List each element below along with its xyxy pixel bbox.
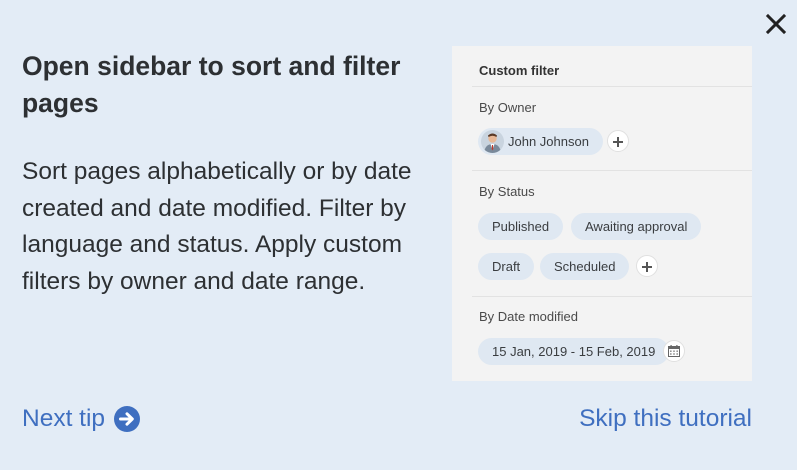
close-icon <box>765 13 787 35</box>
status-chip-draft[interactable]: Draft <box>478 253 535 280</box>
dialog-title: Open sidebar to sort and filter pages <box>22 51 401 118</box>
next-tip-label: Next tip <box>22 405 106 432</box>
date-range-chip[interactable]: 15 Jan, 2019 - 15 Feb, 2019 <box>478 338 670 365</box>
date-label: By Date modified <box>479 309 578 324</box>
skip-tutorial-link[interactable]: Skip this tutorial <box>579 403 752 435</box>
custom-filter-preview: Custom filter By Owner John Johnson By S… <box>452 46 752 381</box>
add-status-button[interactable] <box>636 255 658 277</box>
owner-label: By Owner <box>479 100 537 115</box>
divider <box>472 296 752 297</box>
arrow-right-circle-icon <box>114 406 141 432</box>
dialog-description: Sort pages alphabetically or by date cre… <box>22 158 412 295</box>
divider <box>472 86 752 87</box>
status-label: By Status <box>479 184 535 199</box>
next-tip-link[interactable]: Next tip <box>22 403 141 435</box>
owner-chip[interactable]: John Johnson <box>478 128 603 155</box>
status-chip-scheduled[interactable]: Scheduled <box>540 253 630 280</box>
divider <box>472 170 752 171</box>
status-chip-published[interactable]: Published <box>478 213 564 240</box>
owner-chip-label: John Johnson <box>508 134 589 149</box>
status-chip-awaiting-approval[interactable]: Awaiting approval <box>571 213 702 240</box>
add-owner-button[interactable] <box>607 130 629 152</box>
avatar <box>481 130 504 153</box>
date-picker-button[interactable] <box>663 340 685 362</box>
close-button[interactable] <box>764 12 788 36</box>
panel-title: Custom filter <box>479 63 560 78</box>
calendar-icon <box>668 345 680 357</box>
